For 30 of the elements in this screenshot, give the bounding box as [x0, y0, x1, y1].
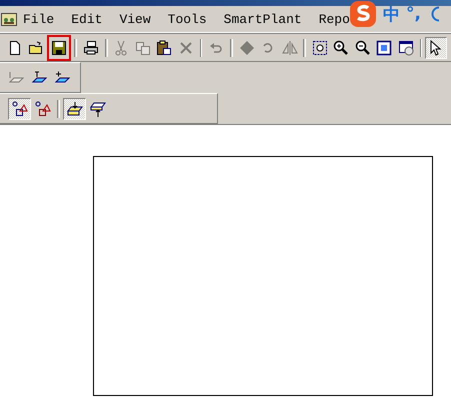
copy-icon [134, 40, 151, 56]
cross-icon [178, 40, 194, 56]
clipboard-icon [156, 40, 172, 56]
shape-select-icon [34, 100, 50, 116]
layer-down-icon [66, 100, 82, 116]
plane-plus-icon [54, 70, 70, 86]
menu-item[interactable]: Edit [71, 12, 102, 26]
zoom-out-icon [354, 40, 371, 56]
menu-item[interactable]: View [119, 12, 151, 26]
pointer-arrow-button[interactable] [425, 36, 447, 58]
ime-logo-icon [349, 0, 377, 28]
app-icon [1, 11, 17, 27]
shape-select-icon [12, 100, 28, 116]
fit-view-icon [376, 40, 392, 56]
mirror-icon [282, 40, 298, 56]
open-folder-icon [28, 40, 44, 56]
menu-item[interactable]: Repo [318, 12, 350, 26]
pan-window-icon [398, 40, 414, 56]
zoom-in-icon [333, 40, 350, 56]
zoom-area-icon [312, 40, 328, 56]
layer-up-icon [90, 100, 106, 116]
floppy-disk-button[interactable] [46, 34, 72, 60]
menu-item[interactable]: SmartPlant [224, 12, 302, 26]
menu-item[interactable]: File [23, 12, 54, 26]
printer-icon [83, 40, 99, 56]
scissors-icon [113, 40, 130, 56]
plane-t-icon [30, 70, 46, 86]
layer-down-button[interactable] [63, 98, 86, 120]
shape-select-button[interactable] [8, 98, 31, 120]
menu-item[interactable]: Tools [168, 12, 207, 26]
